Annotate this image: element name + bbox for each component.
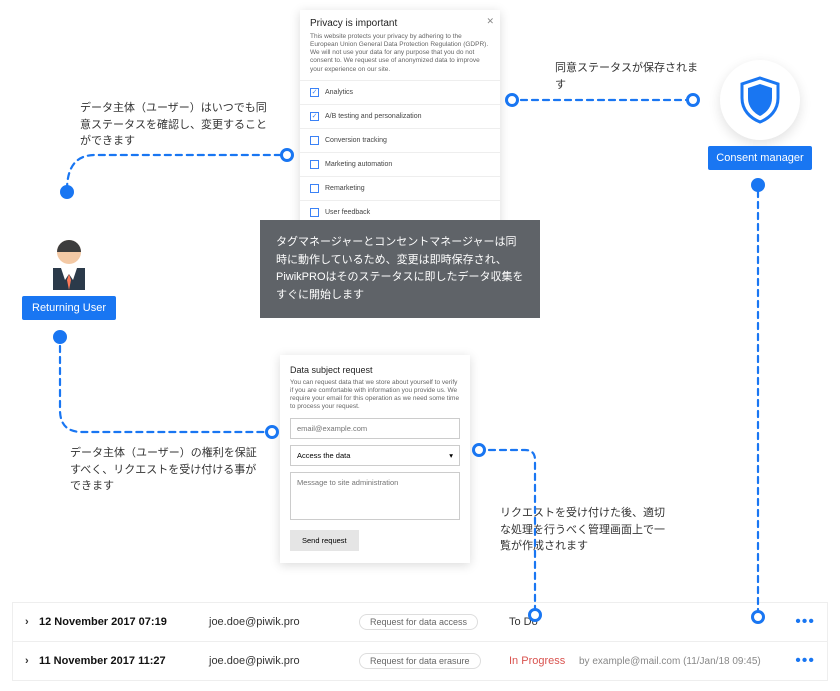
annotation-request-list: リクエストを受け付けた後、適切な処理を行うべく管理画面上で一覧が作成されます [500, 505, 670, 555]
requests-table: ›12 November 2017 07:19joe.doe@piwik.pro… [12, 602, 828, 681]
returning-user-label: Returning User [22, 296, 116, 320]
flow-node [751, 178, 765, 192]
flow-node [751, 610, 765, 624]
request-type-badge: Request for data erasure [359, 653, 509, 669]
request-type-select[interactable]: Access the data ▾ [290, 445, 460, 466]
dsr-title: Data subject request [290, 365, 460, 375]
chevron-down-icon: ▾ [449, 451, 453, 460]
flow-node [280, 148, 294, 162]
checkbox-icon[interactable] [310, 208, 319, 217]
consent-option[interactable]: ✓ A/B testing and personalization [300, 104, 500, 128]
email-field[interactable] [290, 418, 460, 439]
message-field[interactable] [290, 472, 460, 520]
annotation-rights-request: データ主体（ユーザー）の権利を保証すべく、リクエストを受け付ける事ができます [70, 445, 260, 495]
consent-option-label: Analytics [325, 89, 353, 96]
privacy-description: This website protects your privacy by ad… [300, 33, 500, 80]
checkbox-icon[interactable] [310, 160, 319, 169]
user-avatar-icon [39, 230, 99, 290]
request-status: To Do [509, 616, 579, 628]
request-meta: by example@mail.com (11/Jan/18 09:45) [579, 656, 795, 667]
flow-node [472, 443, 486, 457]
data-subject-request-panel: Data subject request You can request dat… [280, 355, 470, 563]
checkbox-icon[interactable]: ✓ [310, 88, 319, 97]
consent-option[interactable]: Conversion tracking [300, 128, 500, 152]
checkbox-icon[interactable] [310, 136, 319, 145]
consent-manager-label: Consent manager [708, 146, 811, 170]
chevron-right-icon: › [25, 655, 39, 667]
checkbox-icon[interactable] [310, 184, 319, 193]
flow-node [528, 608, 542, 622]
request-email: joe.doe@piwik.pro [209, 655, 359, 667]
dsr-description: You can request data that we store about… [290, 379, 460, 412]
flow-node [60, 185, 74, 199]
flow-node [53, 330, 67, 344]
consent-option[interactable]: Remarketing [300, 176, 500, 200]
checkbox-icon[interactable]: ✓ [310, 112, 319, 121]
request-email: joe.doe@piwik.pro [209, 616, 359, 628]
annotation-review-consent: データ主体（ユーザー）はいつでも同意ステータスを確認し、変更することができます [80, 100, 270, 150]
consent-option-label: User feedback [325, 209, 370, 216]
consent-option-label: Conversion tracking [325, 137, 387, 144]
flow-node [265, 425, 279, 439]
request-type-value: Access the data [297, 451, 350, 460]
more-actions-icon[interactable]: ••• [795, 652, 815, 670]
consent-option-label: Marketing automation [325, 161, 392, 168]
privacy-title: Privacy is important [300, 10, 500, 33]
send-request-button[interactable]: Send request [290, 530, 359, 551]
request-date: 12 November 2017 07:19 [39, 616, 209, 628]
request-type-badge: Request for data access [359, 614, 509, 630]
annotation-status-saved: 同意ステータスが保存されます [555, 60, 705, 93]
consent-option-label: Remarketing [325, 185, 365, 192]
overlay-explainer: タグマネージャーとコンセントマネージャーは同時に動作しているため、変更は即時保存… [260, 220, 540, 318]
consent-option[interactable]: ✓ Analytics [300, 80, 500, 104]
flow-node [686, 93, 700, 107]
request-status: In Progress [509, 655, 579, 667]
returning-user-badge: Returning User [22, 230, 116, 320]
shield-icon [738, 76, 782, 124]
request-date: 11 November 2017 11:27 [39, 655, 209, 667]
chevron-right-icon: › [25, 616, 39, 628]
consent-manager-badge: Consent manager [700, 60, 820, 170]
more-actions-icon[interactable]: ••• [795, 613, 815, 631]
request-row[interactable]: ›11 November 2017 11:27joe.doe@piwik.pro… [13, 642, 827, 680]
consent-option-label: A/B testing and personalization [325, 113, 422, 120]
close-icon[interactable]: ✕ [486, 16, 494, 27]
flow-node [505, 93, 519, 107]
request-row[interactable]: ›12 November 2017 07:19joe.doe@piwik.pro… [13, 603, 827, 642]
consent-option[interactable]: Marketing automation [300, 152, 500, 176]
